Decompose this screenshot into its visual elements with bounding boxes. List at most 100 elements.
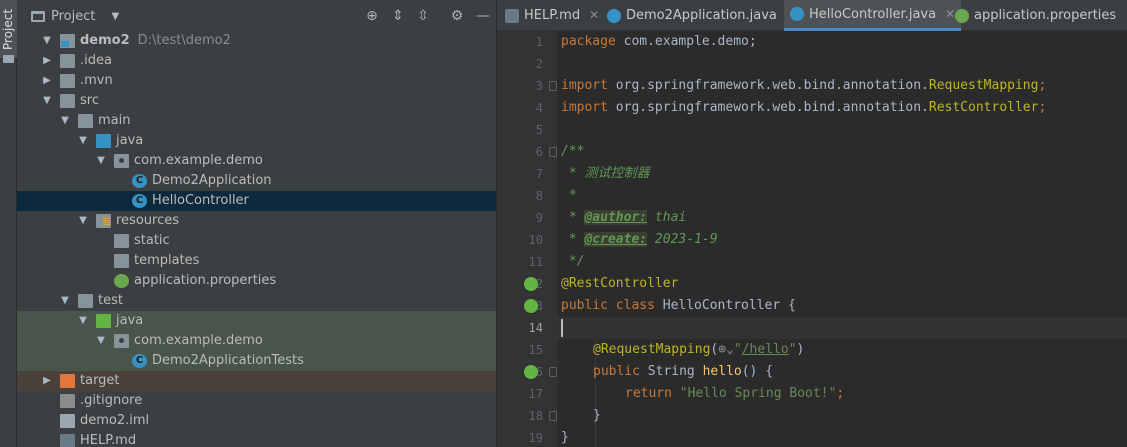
expand-all-icon[interactable]: ⇕ [390,8,406,24]
line-number: 10 [528,233,543,247]
file-icon [60,414,75,428]
folder-icon [114,254,129,268]
tab-hellocontroller[interactable]: HelloController.java ✕ [784,0,962,31]
tree-item-label: resources [116,213,180,228]
globe-icon[interactable]: ⊕⌄ [718,342,734,357]
tree-item-label: java [116,133,144,148]
gear-icon[interactable]: ⚙ [449,8,465,24]
tab-demo2application[interactable]: Demo2Application.java ✕ [607,0,796,31]
package-icon [114,154,129,168]
project-tool-button[interactable]: Project [0,0,17,58]
tree-item-test-java[interactable]: ▼ java [17,311,496,331]
tab-help-md[interactable]: HELP.md ✕ [505,0,599,31]
tree-item-mvn[interactable]: ▶ .mvn [17,71,496,91]
line-number: 11 [528,255,543,269]
tree-item-templates[interactable]: templates [17,251,496,271]
excluded-folder-icon [60,374,75,388]
chevron-down-icon[interactable]: ▼ [95,331,107,351]
chevron-down-icon[interactable]: ▼ [77,131,89,151]
chevron-down-icon[interactable]: ▼ [77,211,89,231]
close-icon[interactable]: ✕ [589,0,599,32]
close-icon[interactable]: ✕ [945,0,955,31]
code-line: import org.springframework.web.bind.anno… [561,78,1047,93]
code-line: import org.springframework.web.bind.anno… [561,100,1047,115]
chevron-down-icon[interactable]: ▼ [77,311,89,331]
spring-bean-gutter-icon[interactable] [524,299,538,313]
minimize-icon[interactable]: — [475,8,491,24]
tree-item-demo2-iml[interactable]: demo2.iml [17,411,496,431]
tree-item-hellocontroller[interactable]: C HelloController [17,191,496,211]
markdown-file-icon [505,8,519,23]
tree-item-target[interactable]: ▶ target [17,371,496,391]
tree-item-gitignore[interactable]: .gitignore [17,391,496,411]
tree-item-package[interactable]: ▼ com.example.demo [17,151,496,171]
class-icon: C [132,354,147,368]
spring-bean-gutter-icon[interactable] [524,277,538,291]
web-endpoint-gutter-icon[interactable] [524,365,538,379]
code-line: } [593,408,601,423]
markdown-file-icon [60,434,75,447]
fold-marker-icon[interactable] [549,147,557,157]
resources-folder-icon [96,214,111,228]
folder-icon [60,74,75,88]
tree-item-java[interactable]: ▼ java [17,131,496,151]
code-line: return "Hello Spring Boot!"; [625,386,845,401]
fold-marker-icon[interactable] [549,81,557,91]
chevron-right-icon[interactable]: ▶ [41,71,53,91]
chevron-right-icon[interactable]: ▶ [41,371,53,391]
tree-item-label: com.example.demo [134,153,263,168]
tree-item-demo2applicationtests[interactable]: C Demo2ApplicationTests [17,351,496,371]
tree-item-path: D:\test\demo2 [137,33,231,48]
tree-item-demo2application[interactable]: C Demo2Application [17,171,496,191]
fold-marker-icon[interactable] [549,367,557,377]
chevron-down-icon[interactable]: ▼ [41,91,53,111]
code-line: * @author: thai [561,210,687,225]
current-line-highlight [557,317,1127,339]
tree-item-test[interactable]: ▼ test [17,291,496,311]
tab-application-properties[interactable]: application.properties [955,0,1116,31]
tree-item-resources[interactable]: ▼ resources [17,211,496,231]
tree-item-idea[interactable]: ▶ .idea [17,51,496,71]
tree-item-label: com.example.demo [134,333,263,348]
tree-item-demo2[interactable]: ▼ demo2 D:\test\demo2 [17,31,496,51]
locate-icon[interactable]: ⊕ [364,8,380,24]
tree-item-help-md[interactable]: HELP.md [17,431,496,447]
line-number: 15 [528,343,543,357]
tree-item-label: java [116,313,144,328]
line-number: 6 [535,145,543,159]
chevron-down-icon[interactable]: ▼ [41,31,53,51]
properties-icon [955,8,969,23]
code-line: public class HelloController { [561,298,796,313]
tree-item-test-package[interactable]: ▼ com.example.demo [17,331,496,351]
project-view-selector[interactable]: Project ▼ [31,9,119,24]
tree-item-label: templates [134,253,200,268]
tree-item-label: Demo2ApplicationTests [152,353,304,368]
tree-item-src[interactable]: ▼ src [17,91,496,111]
tree-item-label: main [98,113,131,128]
fold-marker-icon[interactable] [549,411,557,421]
test-folder-icon [96,314,111,328]
chevron-right-icon[interactable]: ▶ [41,51,53,71]
package-icon [114,334,129,348]
tab-label: application.properties [974,8,1117,23]
code-editor[interactable]: package com.example.demo; import org.spr… [557,31,1127,447]
line-number: 4 [535,101,543,115]
source-folder-icon [96,134,111,148]
chevron-down-icon[interactable]: ▼ [59,111,71,131]
line-number: 2 [535,57,543,71]
tab-label: Demo2Application.java [626,8,777,23]
tree-item-static[interactable]: static [17,231,496,251]
spring-class-icon [607,8,621,23]
code-line: @RestController [561,276,679,291]
chevron-down-icon[interactable]: ▼ [59,291,71,311]
tree-item-label: target [80,373,120,388]
line-number: 17 [528,387,543,401]
collapse-all-icon[interactable]: ⇳ [415,8,431,24]
text-cursor [561,319,563,337]
chevron-down-icon[interactable]: ▼ [95,151,107,171]
tree-item-application-properties[interactable]: application.properties [17,271,496,291]
tree-item-main[interactable]: ▼ main [17,111,496,131]
tab-label: HELP.md [524,8,581,23]
tree-item-label: static [134,233,170,248]
code-line: @RequestMapping(⊕⌄"/hello") [593,342,805,357]
